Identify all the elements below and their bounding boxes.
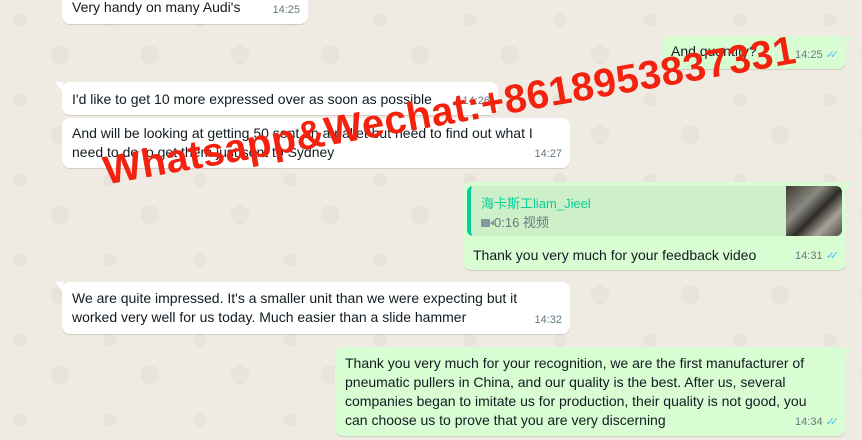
message-text: We are quite impressed. It's a smaller u…	[72, 290, 518, 325]
quoted-duration: 0:16 视频	[494, 215, 549, 230]
message-meta: 14:25 ✓✓	[795, 46, 840, 65]
message-meta: 14:34 ✓✓	[795, 413, 840, 432]
quoted-author: 海卡斯工liam_Jieel	[481, 196, 591, 211]
message-bubble-outgoing[interactable]: Thank you very much for your recognition…	[335, 347, 853, 436]
quoted-subtitle: 0:16 视频	[481, 213, 549, 232]
double-check-icon: ✓✓	[825, 49, 840, 61]
message-text: Very handy on many Audi's	[72, 0, 241, 15]
message-bubble-outgoing[interactable]: 海卡斯工liam_Jieel 0:16 视频 Thank you very mu…	[463, 182, 853, 270]
message-bubble-incoming[interactable]: Very handy on many Audi's 14:25	[62, 0, 308, 24]
message-time: 14:31	[795, 250, 823, 262]
message-meta: 14:27	[534, 145, 562, 164]
message-meta: 14:31 ✓✓	[795, 247, 840, 266]
message-time: 14:34	[795, 416, 823, 428]
quoted-message[interactable]: 海卡斯工liam_Jieel 0:16 视频	[467, 186, 842, 236]
message-meta: 14:25	[272, 1, 300, 20]
double-check-icon: ✓✓	[825, 416, 840, 428]
double-check-icon: ✓✓	[825, 250, 840, 262]
message-bubble-incoming[interactable]: We are quite impressed. It's a smaller u…	[55, 282, 570, 334]
message-time: 14:25	[272, 4, 300, 16]
message-time: 14:25	[795, 49, 823, 61]
message-time: 14:27	[534, 148, 562, 160]
message-meta: 14:32	[534, 311, 562, 330]
video-thumbnail[interactable]	[786, 186, 842, 236]
message-time: 14:32	[534, 314, 562, 326]
message-text: Thank you very much for your recognition…	[345, 355, 807, 428]
message-text: Thank you very much for your feedback vi…	[473, 247, 757, 263]
video-icon	[481, 218, 494, 227]
